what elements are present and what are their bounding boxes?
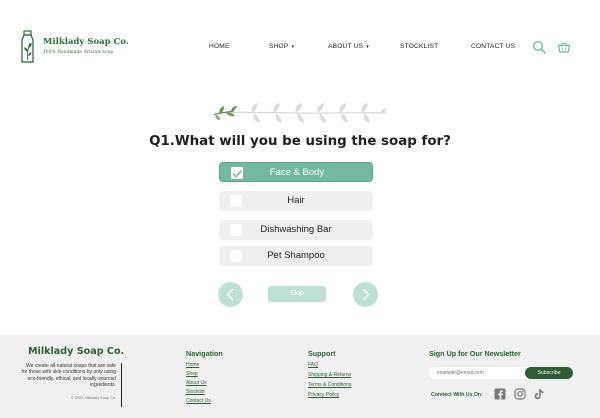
footer-link-shop[interactable]: Shop	[186, 371, 198, 377]
nav-item-label: SHOP	[269, 43, 289, 50]
nav-item-shop[interactable]: SHOP ▾	[269, 43, 294, 50]
option-label: Dishwashing Bar	[260, 224, 332, 235]
instagram-icon[interactable]	[514, 388, 526, 400]
footer-brand-name: Milklady Soap Co.	[28, 346, 125, 357]
olive-branch-icon	[213, 103, 387, 123]
footer-newsletter-heading: Sign Up for Our Newsletter	[429, 349, 521, 358]
site-header: Milklady Soap Co. 100% Handmade Artisan …	[0, 0, 600, 92]
quiz-option-pet-shampoo[interactable]: Pet Shampoo	[219, 246, 373, 266]
quiz-option-hair[interactable]: Hair	[219, 191, 373, 211]
newsletter-email-input[interactable]	[429, 367, 529, 379]
nav-item-label: ABOUT US	[328, 43, 364, 50]
footer-link-terms-conditions[interactable]: Terms & Conditions	[308, 382, 351, 388]
next-question-button[interactable]	[353, 282, 378, 307]
footer-link-contact-us[interactable]: Contact Us	[186, 398, 211, 404]
main-nav: HOME SHOP ▾ ABOUT US ▾ STOCKLIST CONTACT U…	[0, 43, 600, 55]
chevron-right-icon	[362, 288, 370, 301]
footer-link-privacy-policy[interactable]: Privacy Policy	[308, 392, 339, 398]
nav-item-about-us[interactable]: ABOUT US ▾	[328, 43, 369, 50]
shopping-basket-icon[interactable]	[557, 40, 571, 54]
chevron-down-icon: ▾	[366, 44, 369, 50]
nav-item-contact-us[interactable]: CONTACT US	[471, 43, 515, 50]
previous-question-button[interactable]	[218, 282, 243, 307]
option-label: Face & Body	[269, 167, 325, 178]
connect-label: Connect With Us On:	[431, 392, 483, 398]
quiz-option-dishwashing-bar[interactable]: Dishwashing Bar	[219, 220, 373, 240]
footer-link-faq[interactable]: FAQ	[308, 362, 318, 368]
skip-button[interactable]: Skip	[268, 286, 326, 302]
footer-divider	[121, 363, 122, 407]
option-label: Hair	[287, 195, 305, 206]
footer-link-shipping-returns[interactable]: Shipping & Returns	[308, 372, 351, 378]
facebook-icon[interactable]	[494, 388, 506, 400]
chevron-left-icon	[226, 288, 234, 301]
nav-item-label: STOCKLIST	[400, 43, 439, 50]
chevron-down-icon: ▾	[291, 44, 295, 50]
footer-link-about-us[interactable]: About Us	[186, 380, 207, 386]
tiktok-icon[interactable]	[533, 388, 545, 400]
nav-item-label: CONTACT US	[471, 43, 516, 50]
footer-link-stocklist[interactable]: Stocklist	[186, 389, 205, 395]
quiz-question: Q1.What will you be using the soap for?	[149, 134, 451, 149]
footer-link-home[interactable]: Home	[186, 362, 199, 368]
subscribe-button[interactable]: Subscribe	[525, 367, 573, 379]
search-icon[interactable]	[532, 40, 546, 54]
footer-support-heading: Support	[308, 349, 336, 358]
nav-item-label: HOME	[209, 43, 230, 50]
nav-item-stocklist[interactable]: STOCKLIST	[400, 43, 438, 50]
footer-copyright: © 2022, Milklady Soap Co.	[70, 396, 116, 400]
footer-description: We create all-natural soaps that are saf…	[21, 363, 117, 388]
nav-item-home[interactable]: HOME	[209, 43, 230, 50]
option-label: Pet Shampoo	[267, 250, 325, 261]
quiz-option-face-body[interactable]: Face & Body	[219, 162, 373, 182]
footer-navigation-heading: Navigation	[186, 349, 223, 358]
